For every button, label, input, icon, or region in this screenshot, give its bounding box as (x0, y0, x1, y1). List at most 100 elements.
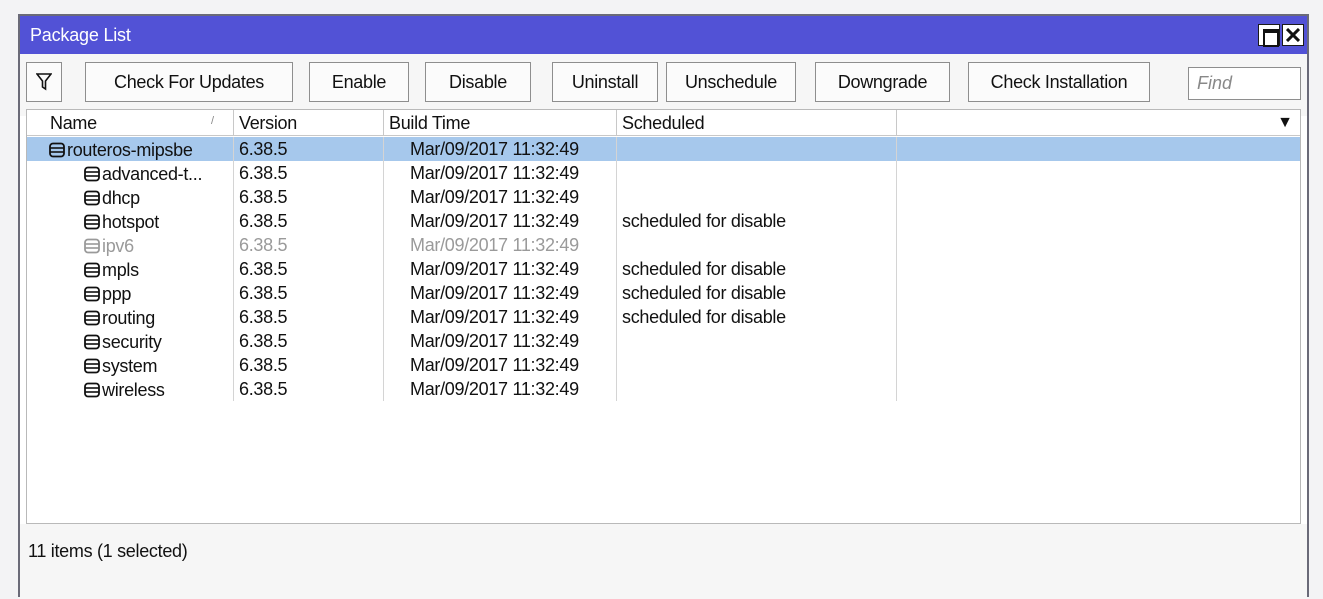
cell-build-time: Mar/09/2017 11:32:49 (384, 257, 617, 281)
disable-button[interactable]: Disable (425, 62, 531, 102)
uninstall-button[interactable]: Uninstall (552, 62, 658, 102)
table-row[interactable]: routeros-mipsbe 6.38.5 Mar/09/2017 11:32:4… (27, 137, 1300, 161)
column-header-empty (897, 110, 1302, 136)
cell-empty (897, 257, 1302, 281)
cell-version: 6.38.5 (234, 329, 384, 353)
table-row[interactable]: dhcp 6.38.5 Mar/09/2017 11:32:49 (27, 185, 1300, 209)
window-title: Package List (30, 25, 131, 45)
status-text: 11 items (1 selected) (28, 541, 188, 561)
package-name: advanced-t... (102, 163, 203, 184)
cell-scheduled: scheduled for disable (617, 305, 897, 329)
table-row[interactable]: advanced-t... 6.38.5 Mar/09/2017 11:32:49 (27, 161, 1300, 185)
cell-scheduled (617, 377, 897, 401)
package-icon (83, 310, 102, 326)
cell-scheduled: scheduled for disable (617, 209, 897, 233)
close-icon[interactable] (1282, 24, 1304, 46)
package-table: Name / Version Build Time Scheduled ▼ ro… (26, 109, 1301, 524)
unschedule-button[interactable]: Unschedule (666, 62, 796, 102)
cell-name: security (45, 329, 234, 353)
cell-empty (897, 137, 1302, 161)
cell-build-time: Mar/09/2017 11:32:49 (384, 209, 617, 233)
cell-version: 6.38.5 (234, 377, 384, 401)
cell-build-time: Mar/09/2017 11:32:49 (384, 329, 617, 353)
cell-scheduled (617, 329, 897, 353)
cell-build-time: Mar/09/2017 11:32:49 (384, 161, 617, 185)
cell-scheduled (617, 353, 897, 377)
cell-empty (897, 209, 1302, 233)
cell-name: system (45, 353, 234, 377)
column-header-name-label: Name (50, 113, 97, 133)
cell-name: mpls (45, 257, 234, 281)
cell-scheduled (617, 233, 897, 257)
maximize-icon[interactable] (1258, 24, 1280, 47)
table-row[interactable]: wireless 6.38.5 Mar/09/2017 11:32:49 (27, 377, 1300, 401)
package-name: wireless (102, 379, 165, 400)
toolbar: Check For Updates Enable Disable Uninsta… (20, 54, 1307, 116)
cell-version: 6.38.5 (234, 137, 384, 161)
filter-icon (36, 73, 52, 91)
package-name: routing (102, 307, 155, 328)
chevron-down-icon[interactable]: ▼ (1272, 110, 1298, 136)
package-name: routeros-mipsbe (67, 139, 193, 160)
cell-version: 6.38.5 (234, 185, 384, 209)
table-header: Name / Version Build Time Scheduled ▼ (27, 110, 1300, 136)
cell-version: 6.38.5 (234, 209, 384, 233)
package-icon (83, 382, 102, 398)
cell-version: 6.38.5 (234, 281, 384, 305)
cell-name: dhcp (45, 185, 234, 209)
cell-version: 6.38.5 (234, 305, 384, 329)
package-icon (48, 142, 67, 158)
column-header-build-time[interactable]: Build Time (384, 110, 617, 136)
package-name: hotspot (102, 211, 159, 232)
package-icon (83, 358, 102, 374)
package-icon (83, 262, 102, 278)
cell-name: ipv6 (45, 233, 234, 257)
cell-empty (897, 281, 1302, 305)
cell-scheduled: scheduled for disable (617, 257, 897, 281)
find-input[interactable] (1188, 67, 1301, 100)
package-list-window: Package List Check For Updates Enable Di… (18, 14, 1309, 599)
downgrade-button[interactable]: Downgrade (815, 62, 950, 102)
column-header-version[interactable]: Version (234, 110, 384, 136)
check-for-updates-button[interactable]: Check For Updates (85, 62, 293, 102)
cell-version: 6.38.5 (234, 233, 384, 257)
cell-build-time: Mar/09/2017 11:32:49 (384, 281, 617, 305)
column-header-scheduled[interactable]: Scheduled (617, 110, 897, 136)
cell-empty (897, 353, 1302, 377)
cell-empty (897, 233, 1302, 257)
table-row[interactable]: system 6.38.5 Mar/09/2017 11:32:49 (27, 353, 1300, 377)
filter-button[interactable] (26, 62, 62, 102)
cell-scheduled (617, 161, 897, 185)
cell-empty (897, 305, 1302, 329)
package-name: ppp (102, 283, 132, 304)
title-bar[interactable]: Package List (20, 16, 1307, 54)
cell-version: 6.38.5 (234, 161, 384, 185)
table-row[interactable]: routing 6.38.5 Mar/09/2017 11:32:49 schedul… (27, 305, 1300, 329)
cell-empty (897, 161, 1302, 185)
cell-build-time: Mar/09/2017 11:32:49 (384, 377, 617, 401)
cell-scheduled (617, 137, 897, 161)
cell-version: 6.38.5 (234, 257, 384, 281)
package-icon (83, 238, 102, 254)
table-row[interactable]: ppp 6.38.5 Mar/09/2017 11:32:49 scheduled f… (27, 281, 1300, 305)
package-icon (83, 166, 102, 182)
package-icon (83, 190, 102, 206)
table-row[interactable]: ipv6 6.38.5 Mar/09/2017 11:32:49 (27, 233, 1300, 257)
cell-scheduled (617, 185, 897, 209)
package-name: mpls (102, 259, 139, 280)
status-bar: 11 items (1 selected) (20, 524, 1307, 599)
cell-name: routeros-mipsbe (45, 137, 234, 161)
column-header-name[interactable]: Name / (45, 110, 234, 136)
table-row[interactable]: mpls 6.38.5 Mar/09/2017 11:32:49 scheduled … (27, 257, 1300, 281)
cell-build-time: Mar/09/2017 11:32:49 (384, 233, 617, 257)
table-row[interactable]: hotspot 6.38.5 Mar/09/2017 11:32:49 schedul… (27, 209, 1300, 233)
package-name: dhcp (102, 187, 140, 208)
cell-build-time: Mar/09/2017 11:32:49 (384, 185, 617, 209)
table-row[interactable]: security 6.38.5 Mar/09/2017 11:32:49 (27, 329, 1300, 353)
cell-build-time: Mar/09/2017 11:32:49 (384, 305, 617, 329)
cell-build-time: Mar/09/2017 11:32:49 (384, 353, 617, 377)
cell-scheduled: scheduled for disable (617, 281, 897, 305)
package-icon (83, 214, 102, 230)
check-installation-button[interactable]: Check Installation (968, 62, 1150, 102)
enable-button[interactable]: Enable (309, 62, 409, 102)
